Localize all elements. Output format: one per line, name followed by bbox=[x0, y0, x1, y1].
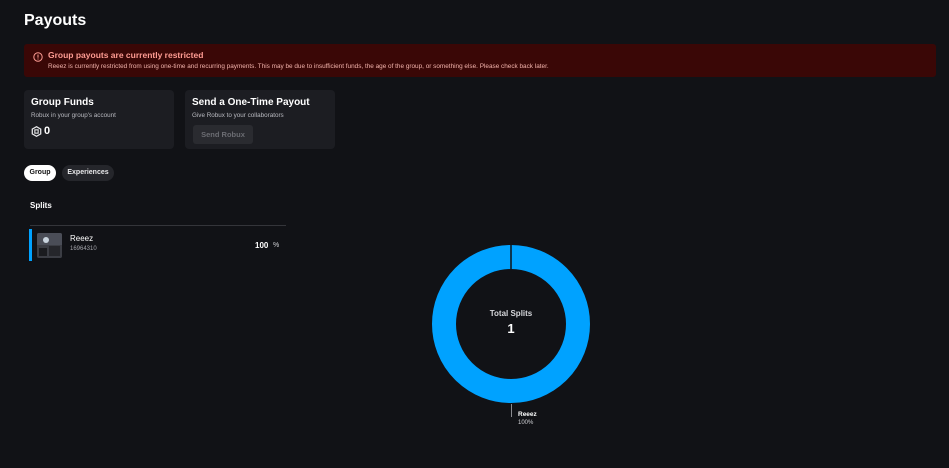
donut-center-value: 1 bbox=[507, 321, 515, 336]
splits-divider bbox=[30, 225, 286, 226]
split-color-indicator bbox=[29, 229, 32, 261]
page-title: Payouts bbox=[24, 12, 87, 29]
alert-message: Reeez is currently restricted from using… bbox=[48, 63, 549, 70]
donut-center-label: Total Splits bbox=[489, 309, 533, 318]
robux-icon bbox=[31, 126, 42, 137]
alert-title: Group payouts are currently restricted bbox=[48, 50, 204, 60]
split-id: 16964310 bbox=[70, 246, 97, 252]
tab-group[interactable]: Group bbox=[24, 165, 56, 181]
restriction-alert: Group payouts are currently restricted R… bbox=[24, 44, 936, 77]
splits-heading: Splits bbox=[30, 201, 52, 210]
tab-experiences[interactable]: Experiences bbox=[62, 165, 114, 181]
legend-leader-line bbox=[511, 404, 512, 417]
split-row[interactable]: Reeez 16964310 100 % bbox=[29, 229, 286, 262]
one-time-payout-card: Send a One-Time Payout Give Robux to you… bbox=[185, 90, 335, 149]
group-funds-card: Group Funds Robux in your group's accoun… bbox=[24, 90, 174, 149]
group-funds-title: Group Funds bbox=[31, 97, 94, 108]
legend-label: Reeez bbox=[518, 411, 537, 418]
warning-circle-icon bbox=[33, 52, 43, 62]
split-percent-sign: % bbox=[273, 242, 280, 249]
legend-percent: 100% bbox=[518, 420, 534, 426]
group-funds-subtitle: Robux in your group's account bbox=[31, 112, 116, 119]
split-percent: 100 bbox=[255, 241, 269, 250]
split-name: Reeez bbox=[70, 234, 94, 243]
payout-subtitle: Give Robux to your collaborators bbox=[192, 112, 284, 119]
send-robux-button[interactable]: Send Robux bbox=[193, 125, 253, 144]
group-funds-amount: 0 bbox=[44, 125, 51, 137]
payout-title: Send a One-Time Payout bbox=[192, 97, 310, 108]
avatar bbox=[37, 233, 62, 258]
